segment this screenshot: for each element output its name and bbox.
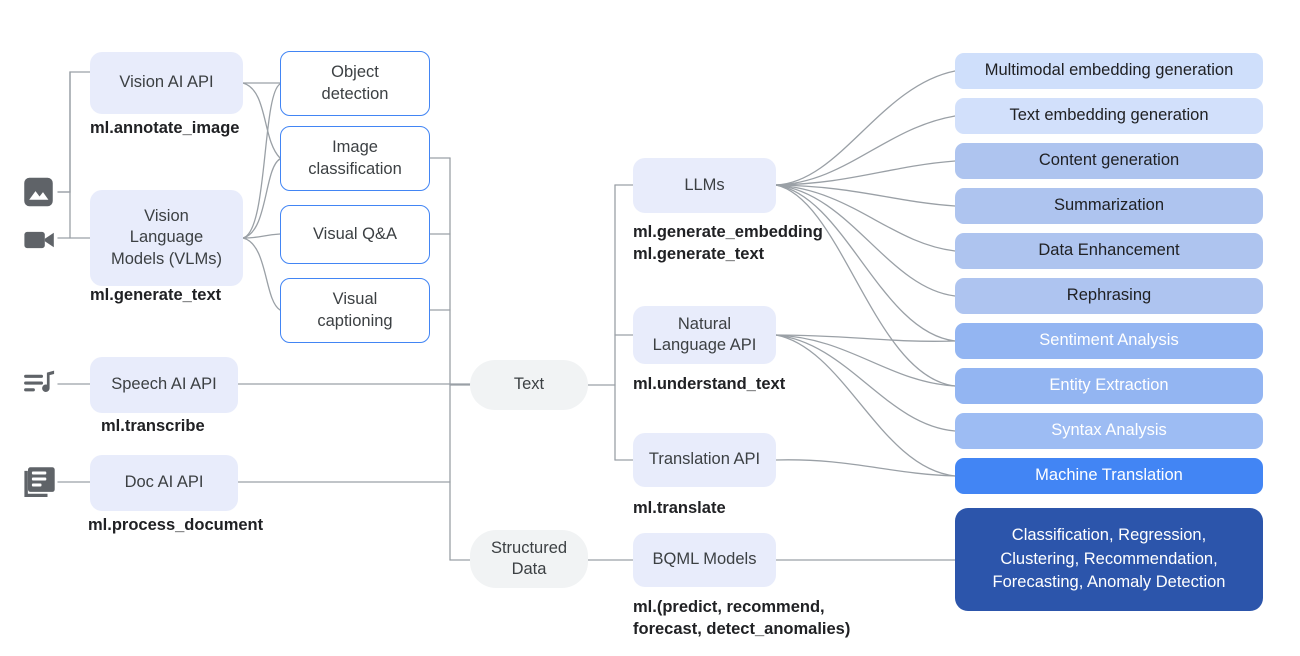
diagram-canvas: Vision AI API ml.annotate_image Vision L…: [0, 0, 1300, 656]
capability-sentiment-analysis[interactable]: Sentiment Analysis: [955, 323, 1263, 359]
capability-label: Data Enhancement: [1038, 241, 1180, 260]
service-label: Vision AI API: [119, 73, 214, 92]
service-vision-language-models[interactable]: Vision Language Models (VLMs): [90, 190, 243, 286]
image-icon: [22, 174, 58, 215]
capability-rephrasing[interactable]: Rephrasing: [955, 278, 1263, 314]
capability-content-generation[interactable]: Content generation: [955, 143, 1263, 179]
service-caption-speech-ai-api: ml.transcribe: [101, 417, 205, 435]
model-caption-translation-api: ml.translate: [633, 499, 726, 517]
service-vision-ai-api[interactable]: Vision AI API: [90, 52, 243, 114]
capability-text-embedding-generation[interactable]: Text embedding generation: [955, 98, 1263, 134]
video-camera-icon: [22, 222, 58, 263]
model-label: LLMs: [684, 175, 725, 194]
capability-label: Text embedding generation: [1009, 106, 1209, 125]
vision-task-image-classification[interactable]: Image classification: [280, 126, 430, 191]
capability-label: Sentiment Analysis: [1039, 331, 1179, 350]
service-label: Doc AI API: [124, 473, 204, 492]
service-caption-doc-ai-api: ml.process_document: [88, 516, 264, 534]
vision-task-visual-captioning[interactable]: Visual captioning: [280, 278, 430, 343]
capability-label: Multimodal embedding generation: [984, 61, 1234, 80]
capability-summarization[interactable]: Summarization: [955, 188, 1263, 224]
capability-label: Syntax Analysis: [1051, 421, 1167, 440]
capability-label: Content generation: [1038, 151, 1180, 170]
capability-label: Classification, Regression, Clustering, …: [992, 526, 1226, 592]
service-speech-ai-api[interactable]: Speech AI API: [90, 357, 238, 413]
model-bqml-models[interactable]: BQML Models: [633, 533, 776, 587]
capability-machine-translation[interactable]: Machine Translation: [955, 458, 1263, 494]
service-caption-vision-language-models: ml.generate_text: [90, 286, 222, 304]
model-label: Translation API: [648, 450, 761, 469]
data-type-label: Structured Data: [490, 538, 568, 578]
model-caption-natural-language-api: ml.understand_text: [633, 375, 786, 393]
vision-task-visual-qa[interactable]: Visual Q&A: [280, 205, 430, 264]
capability-syntax-analysis[interactable]: Syntax Analysis: [955, 413, 1263, 449]
vision-task-object-detection[interactable]: Object detection: [280, 51, 430, 116]
vision-task-label: Object detection: [321, 63, 389, 103]
document-icon: [22, 464, 58, 505]
capability-label: Entity Extraction: [1049, 376, 1169, 395]
capability-entity-extraction[interactable]: Entity Extraction: [955, 368, 1263, 404]
model-caption-llms: ml.generate_embedding ml.generate_text: [633, 223, 823, 264]
vision-task-label: Image classification: [308, 138, 402, 178]
model-llms[interactable]: LLMs: [633, 158, 776, 213]
model-translation-api[interactable]: Translation API: [633, 433, 776, 487]
capability-label: Summarization: [1053, 196, 1165, 215]
service-caption-vision-ai-api: ml.annotate_image: [90, 119, 240, 137]
data-type-label: Text: [513, 375, 545, 394]
vision-task-label: Visual captioning: [317, 290, 393, 330]
capability-data-enhancement[interactable]: Data Enhancement: [955, 233, 1263, 269]
vision-task-label: Visual Q&A: [312, 224, 398, 243]
service-label: Vision Language Models (VLMs): [111, 207, 222, 268]
data-type-structured-data[interactable]: Structured Data: [470, 530, 588, 588]
model-caption-bqml-models: ml.(predict, recommend, forecast, detect…: [633, 598, 851, 639]
capability-label: Machine Translation: [1035, 466, 1183, 485]
audio-playlist-icon: [22, 366, 58, 407]
capability-label: Rephrasing: [1066, 286, 1152, 305]
capability-multimodal-embedding-generation[interactable]: Multimodal embedding generation: [955, 53, 1263, 89]
capability-bqml-tasks[interactable]: Classification, Regression, Clustering, …: [955, 508, 1263, 611]
model-natural-language-api[interactable]: Natural Language API: [633, 306, 776, 364]
service-doc-ai-api[interactable]: Doc AI API: [90, 455, 238, 511]
service-label: Speech AI API: [111, 375, 217, 394]
model-label: BQML Models: [652, 550, 757, 569]
data-type-text[interactable]: Text: [470, 360, 588, 410]
model-label: Natural Language API: [652, 314, 757, 354]
